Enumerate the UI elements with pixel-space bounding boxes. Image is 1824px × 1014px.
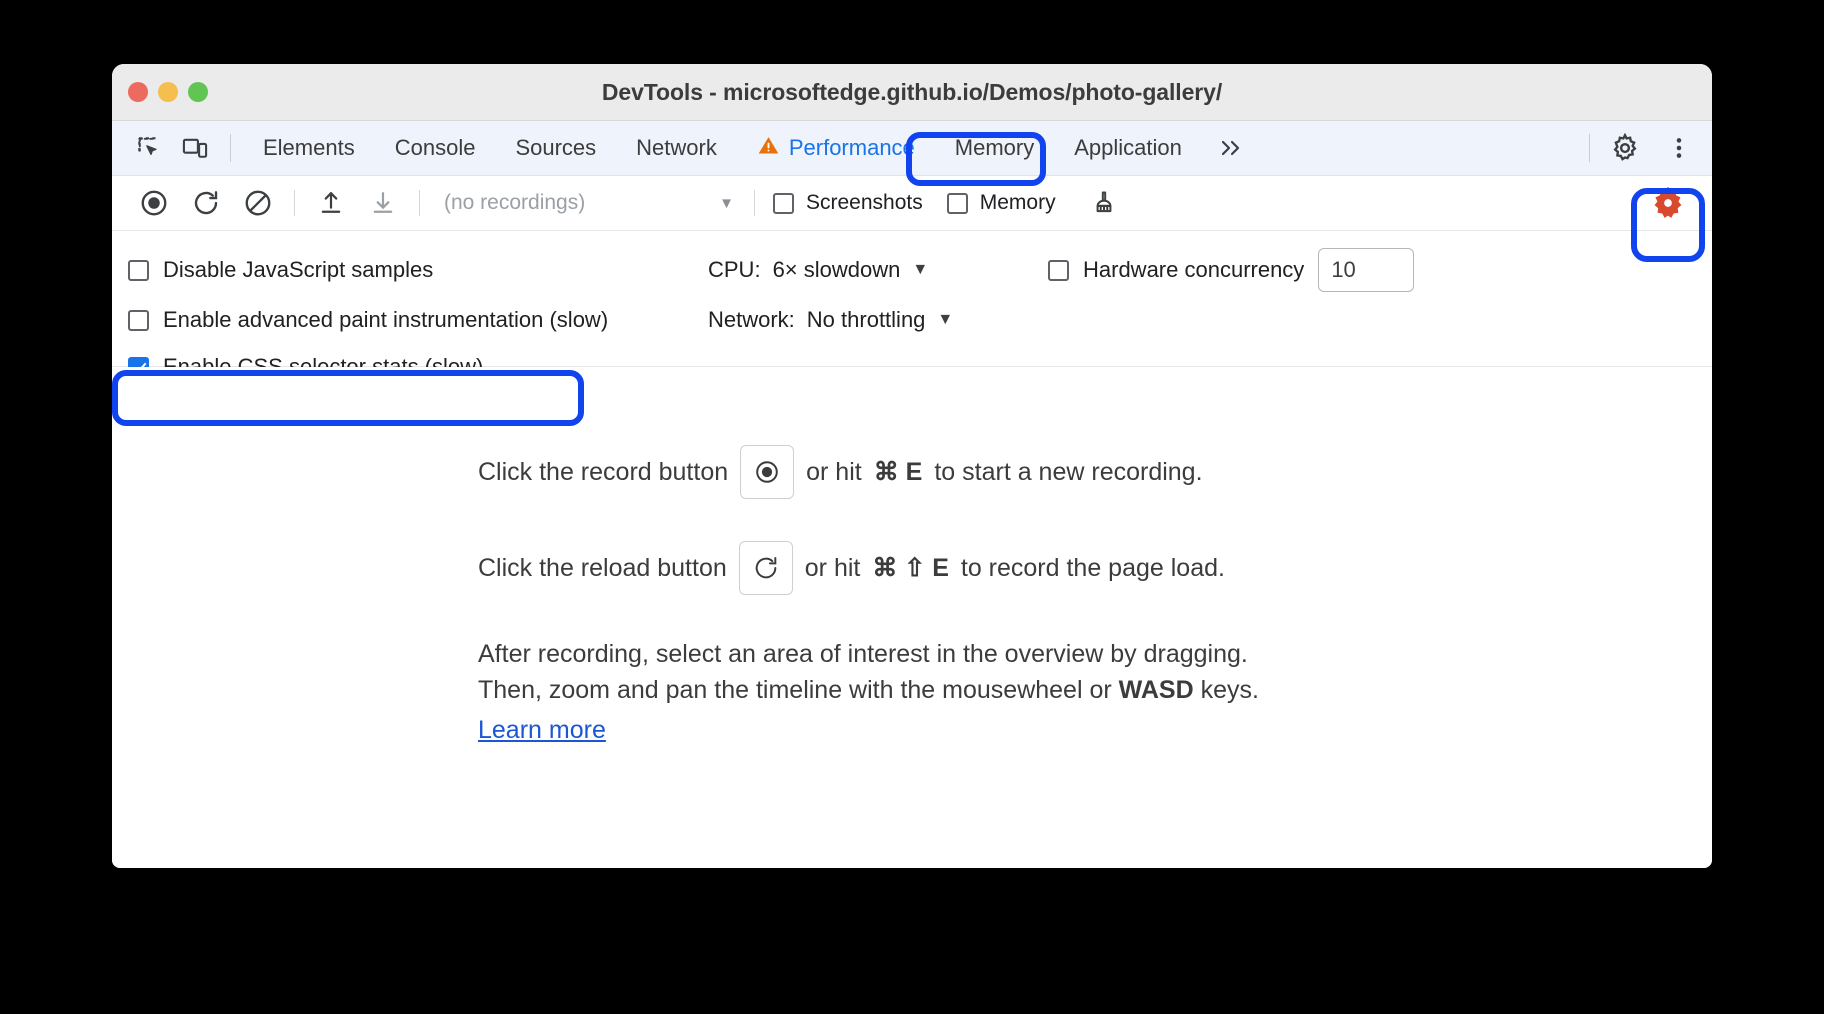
recordings-dropdown[interactable]: (no recordings) ▼ <box>430 191 744 215</box>
tab-memory[interactable]: Memory <box>935 121 1054 175</box>
tab-label: Sources <box>515 135 597 160</box>
advanced-paint-checkbox[interactable] <box>128 309 149 331</box>
cpu-throttling-row[interactable]: CPU: 6× slowdown ▼ <box>708 257 1048 283</box>
reload-hint-prefix: Click the reload button <box>478 553 727 582</box>
tab-application[interactable]: Application <box>1054 121 1202 175</box>
screenshots-checkbox[interactable] <box>773 192 794 214</box>
reload-hint-or-hit: or hit <box>804 553 861 582</box>
tab-performance[interactable]: Performance <box>737 121 935 175</box>
warning-triangle-icon <box>757 134 780 163</box>
chevron-down-icon[interactable]: ▼ <box>937 311 953 329</box>
reload-icon[interactable] <box>738 541 793 595</box>
disable-js-samples-row[interactable]: Disable JavaScript samples <box>128 257 708 283</box>
more-tabs-icon[interactable] <box>1202 121 1260 175</box>
hardware-concurrency-label: Hardware concurrency <box>1083 257 1305 282</box>
tabbar-right-divider <box>1589 134 1590 162</box>
network-throttling-row[interactable]: Network: No throttling ▼ <box>708 307 1048 333</box>
record-button[interactable] <box>128 180 180 226</box>
memory-checkbox[interactable] <box>946 192 968 214</box>
disable-js-samples-label: Disable JavaScript samples <box>163 257 434 282</box>
save-profile-button[interactable] <box>357 180 409 226</box>
capture-settings-pane: Disable JavaScript samples CPU: 6× slowd… <box>112 231 1712 379</box>
cpu-value: 6× slowdown <box>772 257 901 282</box>
hint-block: Click the record button or hit ⌘ E to st… <box>112 445 1712 748</box>
maximize-window-button[interactable] <box>188 82 208 102</box>
disable-js-samples-checkbox[interactable] <box>128 259 149 281</box>
help-line-1: After recording, select an area of inter… <box>478 640 1248 668</box>
hardware-concurrency-checkbox[interactable] <box>1048 259 1069 281</box>
tab-console[interactable]: Console <box>375 121 496 175</box>
window-title: DevTools - microsoftedge.github.io/Demos… <box>601 78 1223 105</box>
screenshot-root: DevTools - microsoftedge.github.io/Demos… <box>0 0 1824 1014</box>
learn-more-link[interactable]: Learn more <box>478 713 606 749</box>
record-hint-line: Click the record button or hit ⌘ E to st… <box>478 445 1712 499</box>
record-hint-keys: ⌘ E <box>873 458 923 486</box>
record-hint-suffix: to start a new recording. <box>934 457 1203 486</box>
capture-settings-gear-icon[interactable] <box>1642 180 1694 226</box>
settings-row-1: Disable JavaScript samples CPU: 6× slowd… <box>112 245 1712 295</box>
tabbar-divider <box>230 134 231 162</box>
network-label: Network: <box>708 307 795 332</box>
settings-row-2: Enable advanced paint instrumentation (s… <box>112 295 1712 345</box>
window-traffic-lights <box>128 64 208 120</box>
reload-hint-keys: ⌘ ⇧ E <box>872 554 949 582</box>
tab-elements[interactable]: Elements <box>243 121 375 175</box>
hardware-concurrency-input[interactable]: 10 <box>1318 248 1415 292</box>
performance-recording-toolbar: (no recordings) ▼ Screenshots Memory <box>112 176 1712 231</box>
help-line-2: Then, zoom and pan the timeline with the… <box>478 673 1712 709</box>
network-value: No throttling <box>806 307 926 332</box>
devtools-tabbar: Elements Console Sources Network Perform… <box>112 121 1712 176</box>
devtools-settings-gear-icon[interactable] <box>1598 121 1652 175</box>
chevron-down-icon[interactable]: ▼ <box>912 261 928 279</box>
help-line-2-suffix: keys. <box>1193 675 1259 704</box>
chevron-down-icon: ▼ <box>719 194 734 212</box>
reload-and-record-button[interactable] <box>180 180 232 226</box>
load-profile-button[interactable] <box>305 180 357 226</box>
performance-empty-state: Click the record button or hit ⌘ E to st… <box>112 367 1712 868</box>
clear-button[interactable] <box>232 180 284 226</box>
tab-label: Performance <box>788 135 915 160</box>
recordings-dropdown-value: (no recordings) <box>444 191 586 214</box>
tab-label: Elements <box>263 135 355 160</box>
kebab-menu-icon[interactable] <box>1652 121 1706 175</box>
tab-list: Elements Console Sources Network Perform… <box>243 121 1260 175</box>
tab-label: Application <box>1074 135 1182 160</box>
advanced-paint-label: Enable advanced paint instrumentation (s… <box>163 307 609 332</box>
minimize-window-button[interactable] <box>158 82 178 102</box>
screenshots-checkbox-row[interactable]: Screenshots <box>765 191 931 215</box>
memory-checkbox-row[interactable]: Memory <box>939 191 1064 215</box>
cpu-label: CPU: <box>708 257 761 282</box>
toolbar-divider-1 <box>294 190 295 216</box>
record-hint-prefix: Click the record button <box>478 457 729 486</box>
broom-icon[interactable] <box>1078 180 1130 226</box>
devtools-window: DevTools - microsoftedge.github.io/Demos… <box>112 64 1712 868</box>
inspect-element-icon[interactable] <box>126 127 172 169</box>
window-titlebar: DevTools - microsoftedge.github.io/Demos… <box>112 64 1712 121</box>
reload-hint-suffix: to record the page load. <box>960 553 1225 582</box>
screenshots-label: Screenshots <box>806 191 923 214</box>
record-circle-icon[interactable] <box>740 445 795 499</box>
tabbar-right-controls <box>1589 121 1712 175</box>
tab-sources[interactable]: Sources <box>495 121 616 175</box>
advanced-paint-row[interactable]: Enable advanced paint instrumentation (s… <box>128 307 708 333</box>
overview-help-paragraph: After recording, select an area of inter… <box>478 637 1712 748</box>
toolbar-divider-2 <box>419 190 420 216</box>
close-window-button[interactable] <box>128 82 148 102</box>
tab-network[interactable]: Network <box>616 121 737 175</box>
wasd-keys-label: WASD <box>1118 675 1194 704</box>
help-line-2-prefix: Then, zoom and pan the timeline with the… <box>478 675 1119 704</box>
capture-settings-area <box>1642 176 1694 230</box>
device-toolbar-icon[interactable] <box>172 127 218 169</box>
hardware-concurrency-row[interactable]: Hardware concurrency 10 <box>1048 248 1415 292</box>
memory-label: Memory <box>979 191 1056 214</box>
tab-label: Network <box>636 135 717 160</box>
reload-hint-line: Click the reload button or hit ⌘ ⇧ E to … <box>478 541 1712 595</box>
toolbar-divider-3 <box>754 190 755 216</box>
tab-label: Memory <box>954 135 1035 160</box>
record-hint-or-hit: or hit <box>806 457 862 486</box>
tab-label: Console <box>394 135 476 160</box>
